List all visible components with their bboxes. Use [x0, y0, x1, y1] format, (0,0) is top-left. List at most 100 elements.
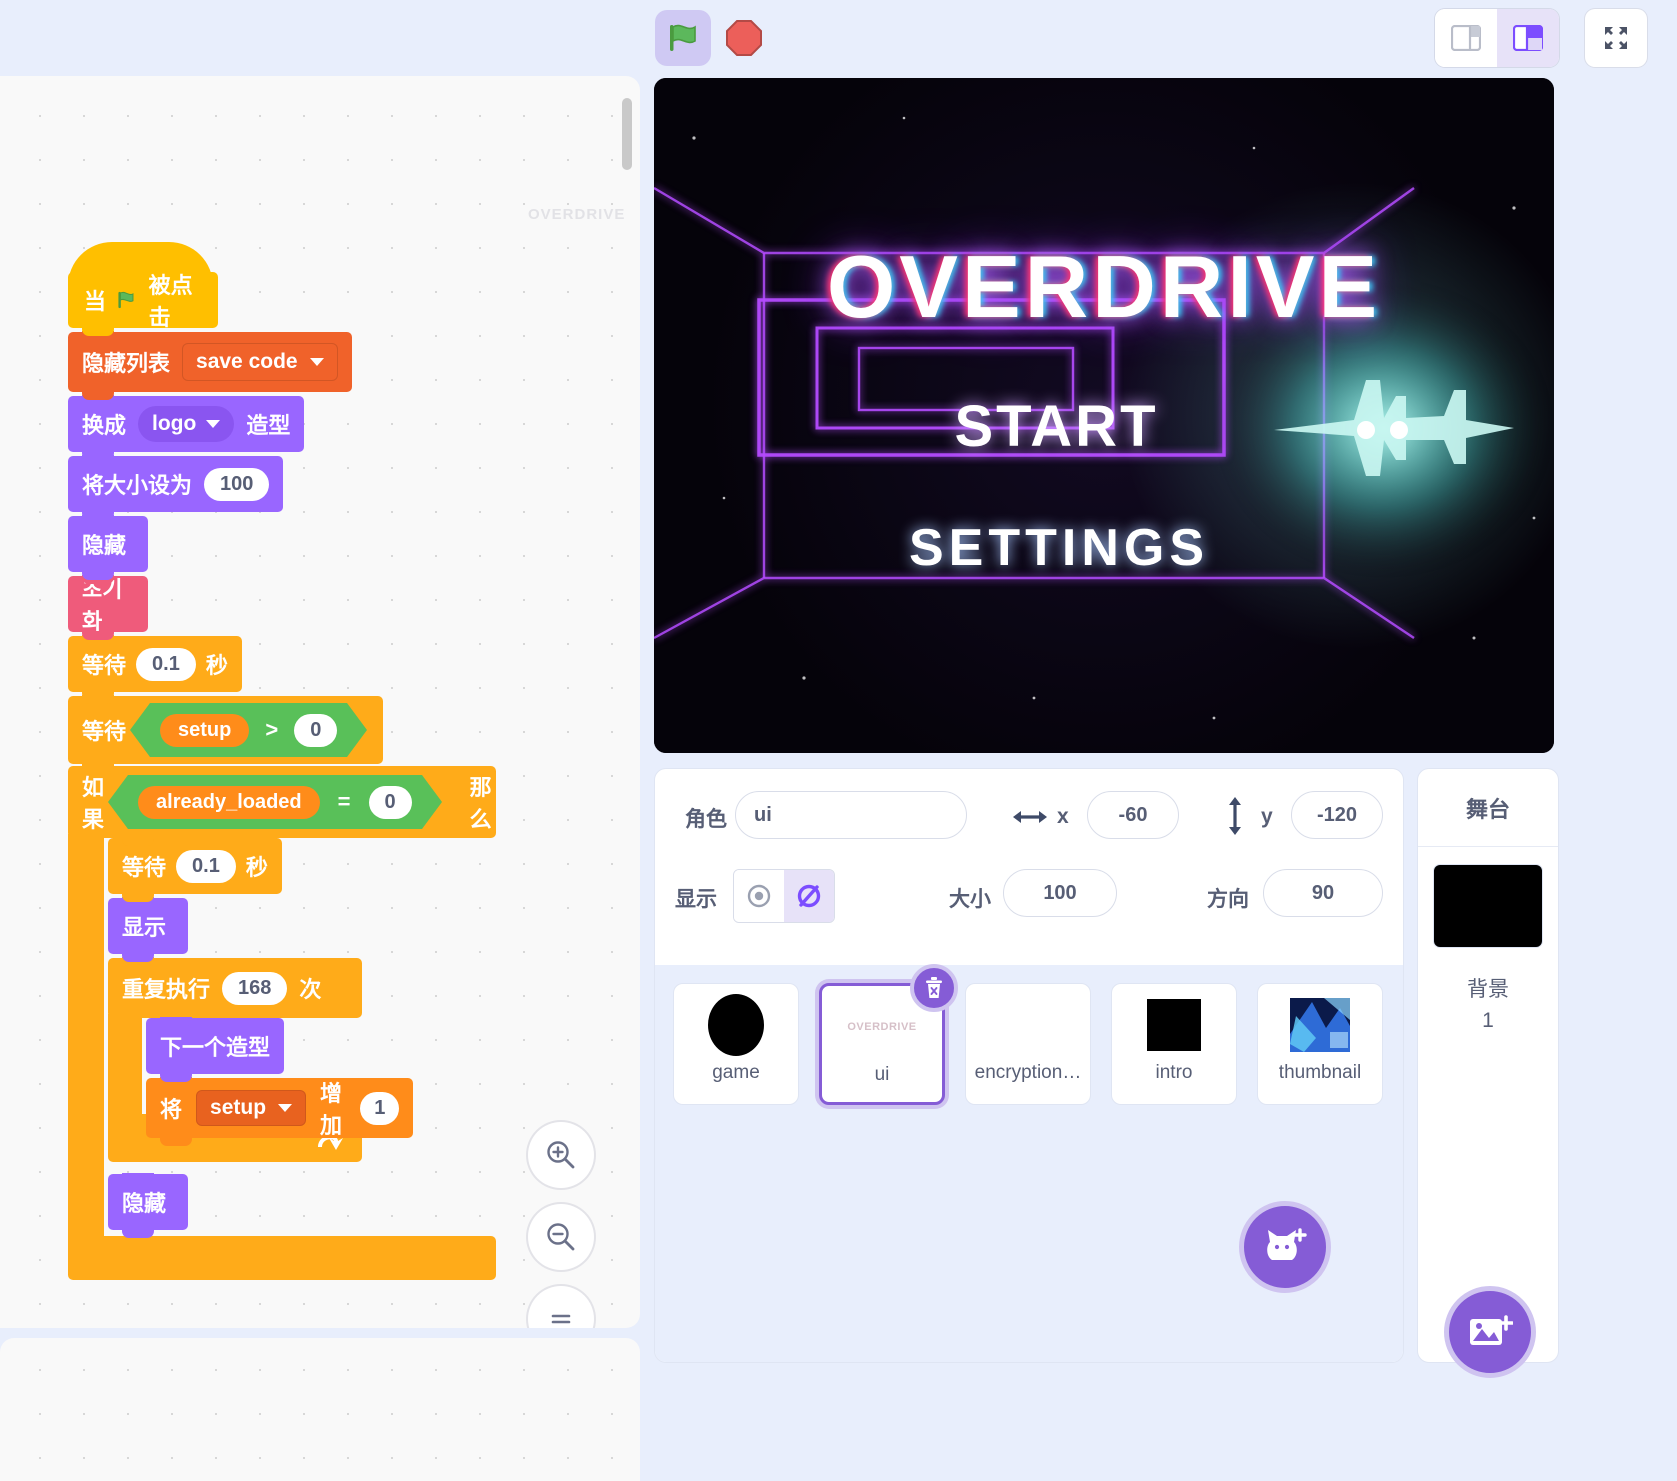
stop-button[interactable]: [722, 16, 766, 60]
variable-already-loaded-reporter[interactable]: already_loaded: [138, 786, 320, 819]
list-item[interactable]: intro: [1111, 983, 1237, 1105]
sprite-name: encryption…: [975, 1062, 1082, 1084]
block-if-then[interactable]: 如果 already_loaded = 0 那么 等待 0.1 秒: [68, 766, 496, 1282]
layout-large-stage-icon: [1513, 25, 1543, 51]
block-custom-init[interactable]: 초기화: [68, 576, 148, 632]
equals-operator[interactable]: already_loaded = 0: [128, 775, 422, 829]
set-size-input[interactable]: 100: [204, 468, 269, 501]
sprite-thumbnail: [699, 994, 773, 1056]
add-sprite-button[interactable]: [1239, 1201, 1331, 1293]
chevron-down-icon: [278, 1104, 292, 1112]
trash-delete-icon: [922, 976, 946, 1000]
stage-thumbnail[interactable]: [1434, 865, 1542, 947]
chevron-down-icon: [310, 358, 324, 366]
sprite-direction-input[interactable]: 90: [1263, 869, 1383, 917]
add-backdrop-button[interactable]: [1444, 1286, 1536, 1378]
sprite-name: intro: [1156, 1062, 1193, 1084]
boolean-right-cap: [422, 775, 442, 829]
small-stage-layout-button[interactable]: [1435, 9, 1497, 67]
blue-image-icon: [1290, 998, 1350, 1052]
if-left-spine: [68, 834, 104, 1242]
block-wait-until[interactable]: 等待 setup > 0: [68, 696, 383, 764]
operand-input[interactable]: 0: [369, 786, 412, 819]
block-change-variable[interactable]: 将 setup 增加 1: [146, 1078, 413, 1138]
if-bottom-arm: [68, 1236, 496, 1280]
list-item[interactable]: encryption…: [965, 983, 1091, 1105]
layout-toggle-group[interactable]: [1435, 9, 1559, 67]
repeat-header[interactable]: 重复执行 168 次: [108, 958, 362, 1018]
sprite-name-input[interactable]: ui: [735, 791, 967, 839]
large-stage-layout-button[interactable]: [1497, 9, 1559, 67]
delete-sprite-button[interactable]: [910, 964, 958, 1012]
blocks-workspace-lower[interactable]: [0, 1338, 640, 1481]
list-item[interactable]: game: [673, 983, 799, 1105]
block-repeat[interactable]: 重复执行 168 次 下一个造型 将 setup: [108, 958, 362, 1166]
variable-setup-reporter[interactable]: setup: [160, 714, 249, 747]
sprite-name: thumbnail: [1279, 1062, 1361, 1084]
block-show[interactable]: 显示: [108, 898, 188, 954]
list-item[interactable]: thumbnail: [1257, 983, 1383, 1105]
black-square-icon: [1145, 997, 1203, 1053]
stage-start-label[interactable]: START: [869, 393, 1244, 460]
switch-costume-prefix: 换成: [82, 408, 126, 440]
sprite-size-input[interactable]: 100: [1003, 869, 1117, 917]
repeat-count-input[interactable]: 168: [222, 972, 287, 1005]
block-hide-list[interactable]: 隐藏列表 save code: [68, 332, 352, 392]
sprite-y-input[interactable]: -120: [1291, 791, 1383, 839]
wait-suffix: 秒: [206, 648, 228, 680]
wait-prefix: 等待: [122, 850, 166, 882]
sprite-name: game: [712, 1062, 760, 1084]
wait-prefix: 等待: [82, 648, 126, 680]
fullscreen-button[interactable]: [1585, 9, 1647, 67]
stage-settings-label[interactable]: SETTINGS: [829, 518, 1289, 578]
variable-dropdown[interactable]: setup: [196, 1090, 306, 1126]
change-amount-input[interactable]: 1: [360, 1092, 399, 1125]
if-header[interactable]: 如果 already_loaded = 0 那么: [68, 766, 496, 838]
custom-block-label: 초기화: [82, 572, 134, 636]
zoom-out-icon: [544, 1220, 578, 1254]
block-switch-costume[interactable]: 换成 logo 造型: [68, 396, 304, 452]
fullscreen-icon: [1601, 23, 1631, 53]
costume-dropdown[interactable]: logo: [138, 406, 234, 442]
block-hide-1[interactable]: 隐藏: [68, 516, 148, 572]
sprite-thumbnail: OVERDRIVE: [845, 996, 919, 1058]
block-hide-2[interactable]: 隐藏: [108, 1174, 188, 1230]
block-when-flag-clicked[interactable]: 当 被点击: [68, 272, 218, 328]
hide-list-label: 隐藏列表: [82, 346, 170, 378]
zoom-reset-button[interactable]: [528, 1286, 594, 1328]
change-var-mid: 增加: [320, 1076, 346, 1140]
boolean-left-cap: [130, 703, 150, 757]
block-wait-2[interactable]: 等待 0.1 秒: [108, 838, 282, 894]
wait-seconds-input[interactable]: 0.1: [176, 850, 236, 883]
green-flag-icon: [116, 287, 139, 313]
wait-seconds-input[interactable]: 0.1: [136, 648, 196, 681]
scratch-editor: OVERDRIVE 当 被点击 隐藏列表 save code 换成 logo: [0, 0, 1677, 1481]
green-flag-button[interactable]: [655, 10, 711, 66]
repeat-left-spine: [108, 1014, 142, 1118]
block-wait-1[interactable]: 等待 0.1 秒: [68, 636, 242, 692]
greater-than-operator[interactable]: setup > 0: [150, 703, 347, 757]
block-next-costume[interactable]: 下一个造型: [146, 1018, 284, 1074]
stage-title-overdrive: OVERDRIVE: [734, 236, 1474, 338]
list-item[interactable]: OVERDRIVE ui: [819, 983, 945, 1105]
sprite-name-label: 角色: [685, 803, 727, 833]
sprite-thumbnail: [1283, 994, 1357, 1056]
sprite-x-input[interactable]: -60: [1087, 791, 1179, 839]
zoom-in-button[interactable]: [528, 1122, 594, 1188]
list-dropdown[interactable]: save code: [182, 343, 338, 381]
workspace-scrollbar[interactable]: [622, 98, 632, 170]
if-prefix: 如果: [82, 770, 104, 834]
show-sprite-button[interactable]: [734, 870, 784, 922]
stage-canvas[interactable]: OVERDRIVE START SETTINGS: [654, 78, 1554, 753]
show-label: 显示: [122, 910, 166, 942]
vertical-arrow-icon: [1225, 797, 1245, 835]
cat-add-icon: [1262, 1226, 1308, 1268]
visibility-toggle-group[interactable]: [733, 869, 835, 923]
operand-input[interactable]: 0: [294, 714, 337, 747]
hide-sprite-button[interactable]: [784, 870, 834, 922]
zoom-out-button[interactable]: [528, 1204, 594, 1270]
blocks-workspace[interactable]: OVERDRIVE 当 被点击 隐藏列表 save code 换成 logo: [0, 76, 640, 1328]
repeat-prefix: 重复执行: [122, 972, 210, 1004]
wait-until-prefix: 等待: [82, 714, 126, 746]
block-set-size[interactable]: 将大小设为 100: [68, 456, 283, 512]
